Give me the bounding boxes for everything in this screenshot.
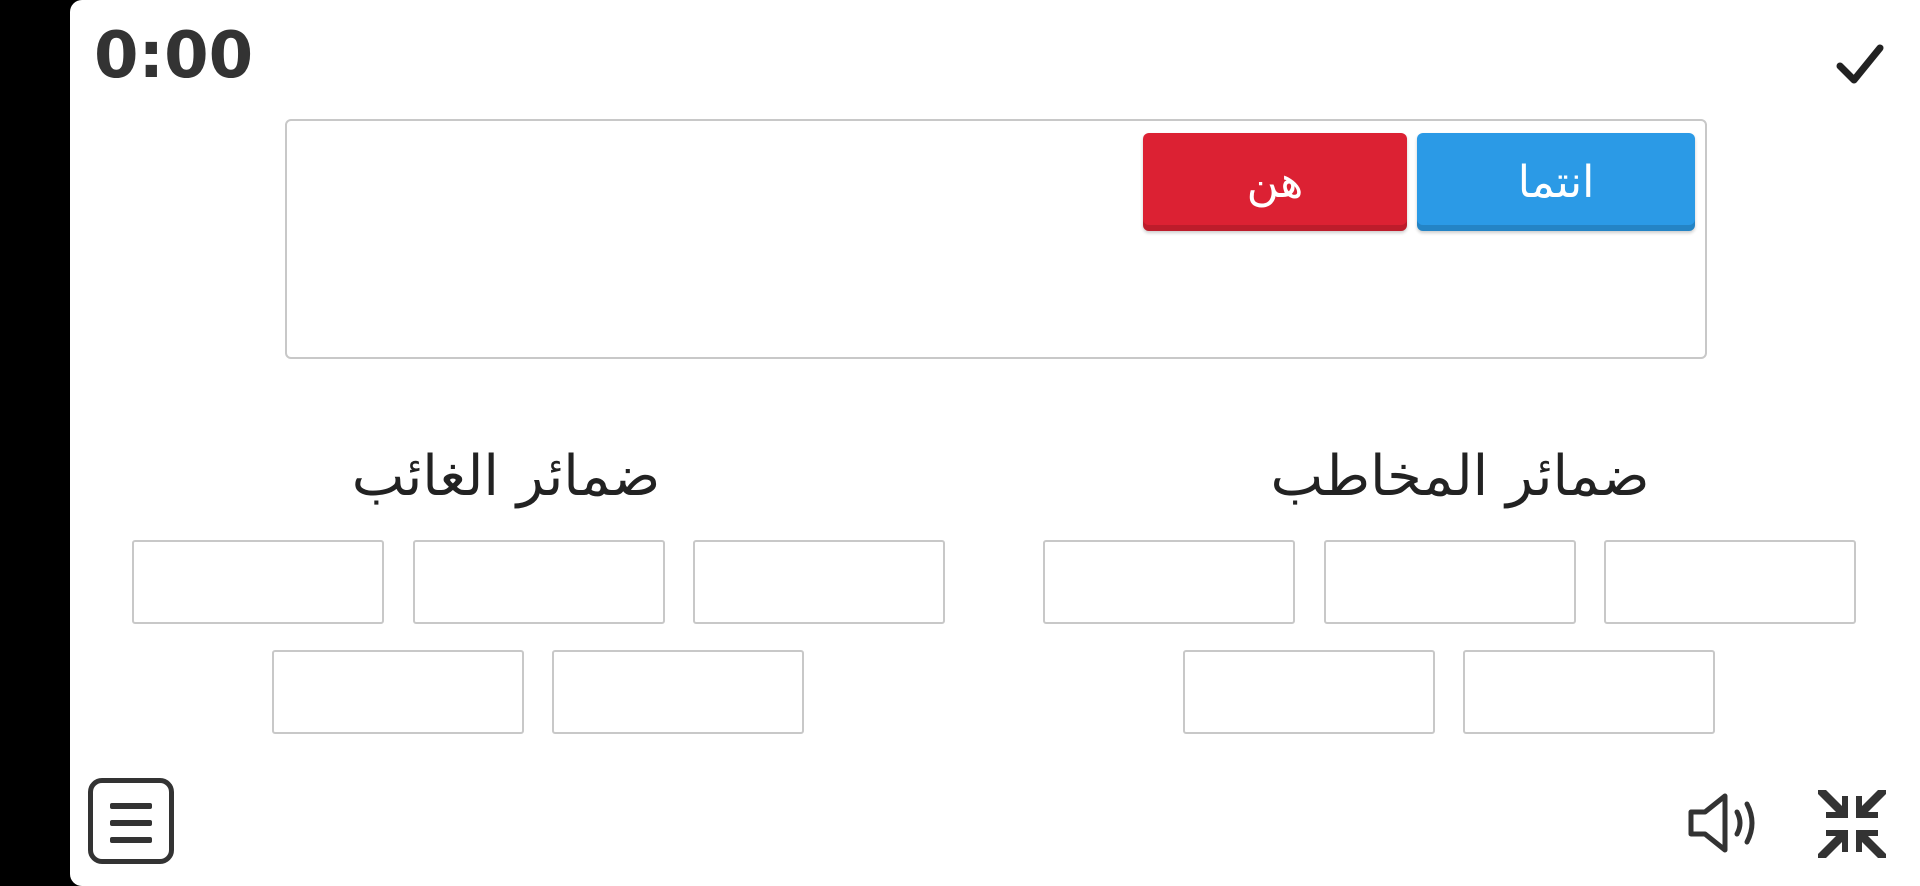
- speaker-icon: [1688, 793, 1755, 853]
- tile-hunna[interactable]: هن: [1143, 133, 1407, 231]
- drop-slot[interactable]: [1604, 540, 1856, 624]
- drop-slot[interactable]: [132, 540, 384, 624]
- tile-antuma[interactable]: انتما: [1417, 133, 1695, 231]
- sound-button[interactable]: [1685, 788, 1771, 858]
- activity-panel: 0:00 انتما هن ضمائر المخاطب ضمائر الغائب: [70, 0, 1920, 886]
- drop-slot[interactable]: [552, 650, 804, 734]
- drop-slot[interactable]: [413, 540, 665, 624]
- drop-slot[interactable]: [1043, 540, 1295, 624]
- drop-slot[interactable]: [1183, 650, 1435, 734]
- drop-slot[interactable]: [272, 650, 524, 734]
- answer-tray: انتما هن: [285, 119, 1707, 359]
- timer: 0:00: [94, 19, 254, 93]
- collapse-button[interactable]: [1812, 784, 1892, 864]
- check-icon: [1836, 44, 1884, 84]
- menu-button[interactable]: [88, 778, 174, 864]
- check-button[interactable]: [1830, 34, 1890, 94]
- group-title-mukhatab: ضمائر المخاطب: [1270, 444, 1650, 509]
- drop-slot[interactable]: [1324, 540, 1576, 624]
- group-title-ghaib: ضمائر الغائب: [351, 444, 661, 509]
- drop-slot[interactable]: [1463, 650, 1715, 734]
- drop-slot[interactable]: [693, 540, 945, 624]
- collapse-icon: [1818, 790, 1886, 858]
